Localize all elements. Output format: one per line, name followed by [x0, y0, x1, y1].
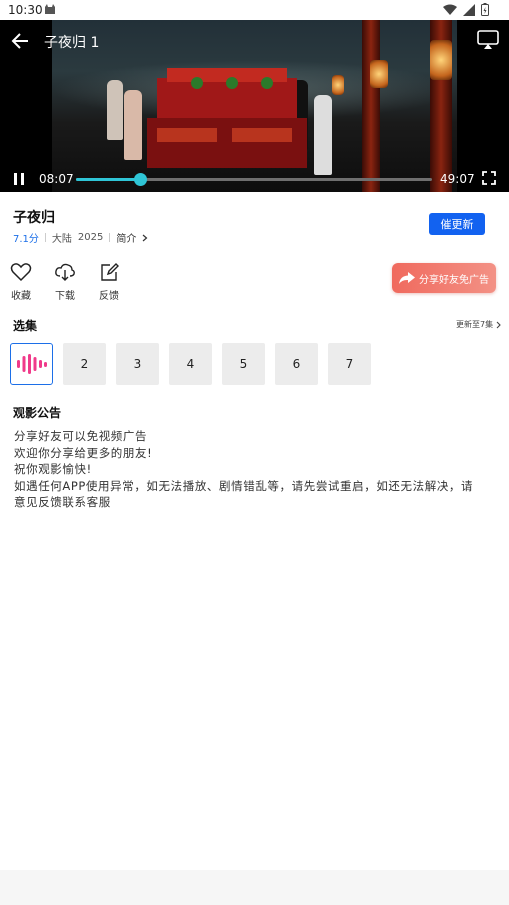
intro-label: 简介 — [116, 234, 137, 245]
episode-item-6[interactable]: 6 — [275, 343, 318, 385]
seek-bar-handle[interactable] — [134, 173, 148, 186]
current-time: 08:07 — [39, 172, 74, 186]
notice-title: 观影公告 — [13, 406, 62, 420]
episode-list: 2 3 4 5 6 7 — [10, 343, 371, 385]
total-time: 49:07 — [440, 172, 475, 186]
favorite-label: 收藏 — [11, 291, 31, 302]
edit-icon — [101, 263, 119, 281]
episodes-title: 选集 — [13, 319, 38, 333]
screen-cast-icon[interactable] — [477, 30, 499, 50]
show-title: 子夜归 — [13, 210, 55, 226]
share-friends-button[interactable]: 分享好友免广告 — [392, 263, 496, 293]
episode-item-7[interactable]: 7 — [328, 343, 371, 385]
feedback-button[interactable]: 反馈 — [98, 262, 120, 302]
episode-item-1[interactable] — [10, 343, 53, 385]
download-label: 下载 — [55, 291, 75, 302]
wifi-icon — [443, 4, 457, 15]
video-frame — [52, 20, 457, 192]
notification-cat-icon — [45, 4, 55, 14]
show-meta: 7.1分 大陆 2025 简介 — [13, 230, 148, 245]
feedback-label: 反馈 — [99, 291, 119, 302]
battery-icon — [481, 3, 489, 16]
equalizer-playing-icon — [16, 354, 47, 374]
status-bar: 10:30 — [0, 0, 509, 20]
notice-line: 祝你观影愉快! — [14, 462, 92, 476]
episode-item-2[interactable]: 2 — [63, 343, 106, 385]
intro-link[interactable]: 简介 — [116, 230, 147, 245]
seek-bar-progress — [76, 178, 141, 181]
episode-item-3[interactable]: 3 — [116, 343, 159, 385]
divider — [44, 233, 46, 242]
download-button[interactable]: 下载 — [54, 262, 76, 302]
status-time: 10:30 — [8, 3, 43, 17]
notice-line: 欢迎你分享给更多的朋友! — [14, 445, 153, 460]
episode-item-5[interactable]: 5 — [222, 343, 265, 385]
video-title: 子夜归 1 — [44, 35, 100, 51]
divider — [109, 233, 111, 242]
share-label: 分享好友免广告 — [419, 274, 489, 286]
chevron-right-icon — [496, 321, 501, 328]
navigation-bar — [0, 870, 509, 905]
notice-body: 分享好友可以免视频广告 欢迎你分享给更多的朋友! 祝你观影愉快! 如遇任何APP… — [14, 428, 484, 511]
back-arrow-icon[interactable] — [10, 31, 30, 51]
episode-item-4[interactable]: 4 — [169, 343, 212, 385]
heart-icon — [10, 263, 32, 282]
show-region: 大陆 — [51, 234, 72, 245]
signal-icon — [463, 3, 475, 16]
notice-line: 分享好友可以免视频广告 — [14, 429, 148, 443]
share-arrow-icon — [399, 272, 415, 284]
download-icon — [55, 263, 75, 281]
episodes-more-label: 更新至7集 — [456, 320, 494, 329]
urge-update-button[interactable]: 催更新 — [429, 213, 485, 235]
show-year: 2025 — [77, 232, 104, 243]
video-player[interactable]: 子夜归 1 08:07 49:07 — [0, 20, 509, 192]
fullscreen-icon[interactable] — [482, 171, 496, 185]
seek-bar[interactable] — [76, 173, 432, 186]
chevron-right-icon — [142, 234, 147, 242]
favorite-button[interactable]: 收藏 — [10, 262, 32, 302]
action-bar: 收藏 下载 反馈 — [10, 262, 120, 302]
episodes-more-link[interactable]: 更新至7集 — [456, 319, 501, 330]
pause-icon[interactable] — [12, 172, 26, 186]
show-score: 7.1分 — [13, 234, 39, 245]
notice-line: 如遇任何APP使用异常，如无法播放、剧情错乱等，请先尝试重启，如还无法解决，请意… — [14, 478, 474, 510]
status-icons — [443, 3, 489, 16]
